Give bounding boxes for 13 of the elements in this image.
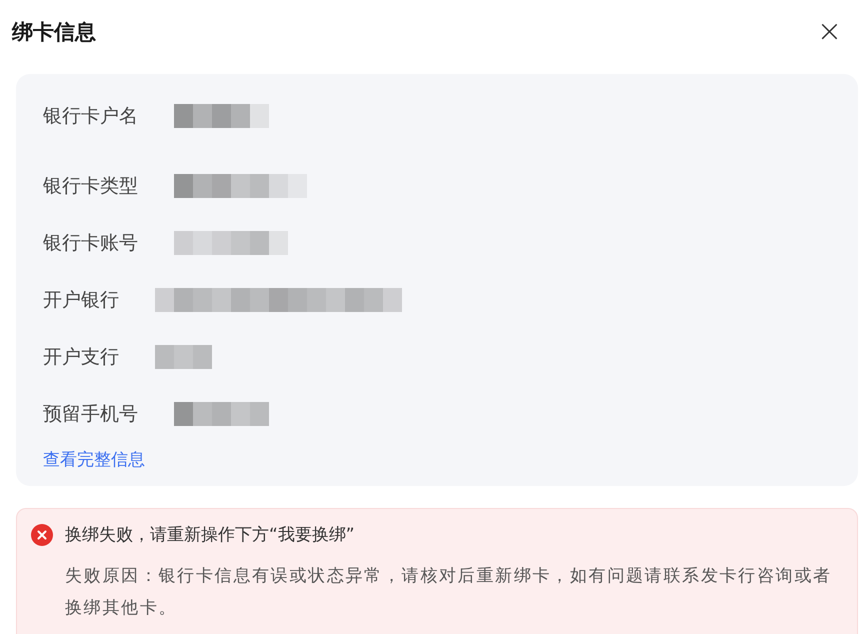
dialog-title: 绑卡信息 [12, 19, 96, 46]
field-label: 预留手机号 [43, 402, 138, 426]
field-label: 开户支行 [43, 344, 119, 370]
close-button[interactable]: × [812, 17, 846, 47]
field-label: 开户银行 [43, 288, 119, 312]
field-label: 银行卡类型 [43, 174, 138, 198]
alert-message: 失败原因：银行卡信息有误或状态异常，请核对后重新绑卡，如有问题请联系发卡行咨询或者换绑其他卡。 [65, 565, 833, 620]
view-full-info-link[interactable]: 查看完整信息 [43, 448, 145, 471]
field-label: 银行卡账号 [43, 230, 138, 256]
redacted-value [155, 344, 212, 368]
alert-title: 换绑失败，请重新操作下方“我要换绑” [65, 524, 355, 546]
error-icon [31, 524, 53, 546]
field-label: 银行卡户名 [43, 104, 138, 129]
